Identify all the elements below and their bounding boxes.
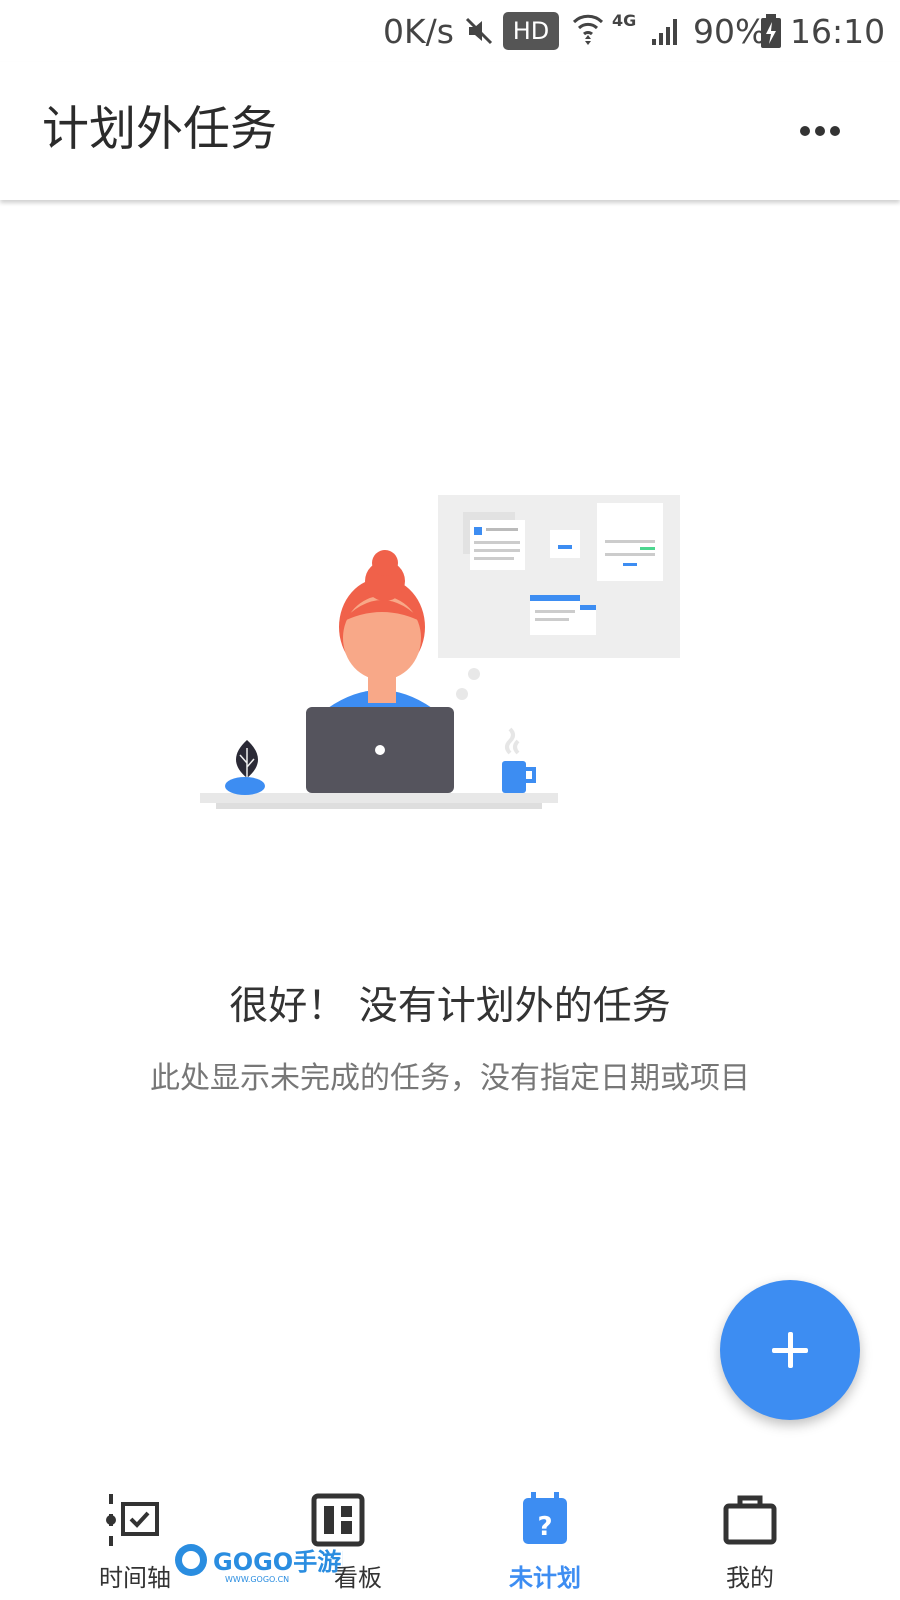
empty-state-title: 很好！ 没有计划外的任务 — [229, 984, 671, 1029]
more-horizontal-icon — [800, 126, 810, 136]
timeline-icon — [105, 1490, 165, 1550]
clock: 16:10 — [790, 12, 886, 51]
add-task-button[interactable] — [720, 1280, 860, 1420]
empty-state-illustration — [200, 493, 700, 835]
net-speed: 0K/s — [383, 12, 454, 51]
svg-text:WWW.GOGO.CN: WWW.GOGO.CN — [225, 1575, 289, 1584]
calendar-question-icon: ? — [515, 1490, 575, 1550]
tab-mine[interactable]: 我的 — [660, 1450, 840, 1600]
signal-icon — [650, 14, 682, 58]
battery-percent: 90% — [693, 12, 767, 51]
svg-text:?: ? — [537, 1512, 552, 1542]
status-bar: 0K/s HD 4G 90% 16:10 — [0, 0, 900, 62]
hd-badge: HD — [503, 12, 559, 50]
tab-unplanned[interactable]: ? 未计划 — [455, 1450, 635, 1600]
empty-state-subtitle: 此处显示未完成的任务，没有指定日期或项目 — [150, 1061, 750, 1096]
page-title: 计划外任务 — [42, 102, 277, 157]
svg-text:GOGO手游网: GOGO手游网 — [213, 1548, 343, 1576]
mute-icon — [463, 14, 495, 58]
app-bar: 计划外任务 — [0, 62, 900, 200]
watermark-logo: GOGO手游网 WWW.GOGO.CN — [173, 1540, 365, 1584]
tab-mine-label: 我的 — [726, 1564, 774, 1592]
battery-charging-icon — [760, 14, 782, 59]
bottom-navigation: 时间轴 看板 ? 未计划 我的 — [0, 1450, 900, 1600]
tab-unplanned-label: 未计划 — [509, 1564, 581, 1592]
network-type: 4G — [612, 11, 637, 30]
wifi-icon — [572, 12, 604, 59]
more-options-button[interactable] — [800, 110, 850, 150]
briefcase-icon — [720, 1490, 780, 1550]
